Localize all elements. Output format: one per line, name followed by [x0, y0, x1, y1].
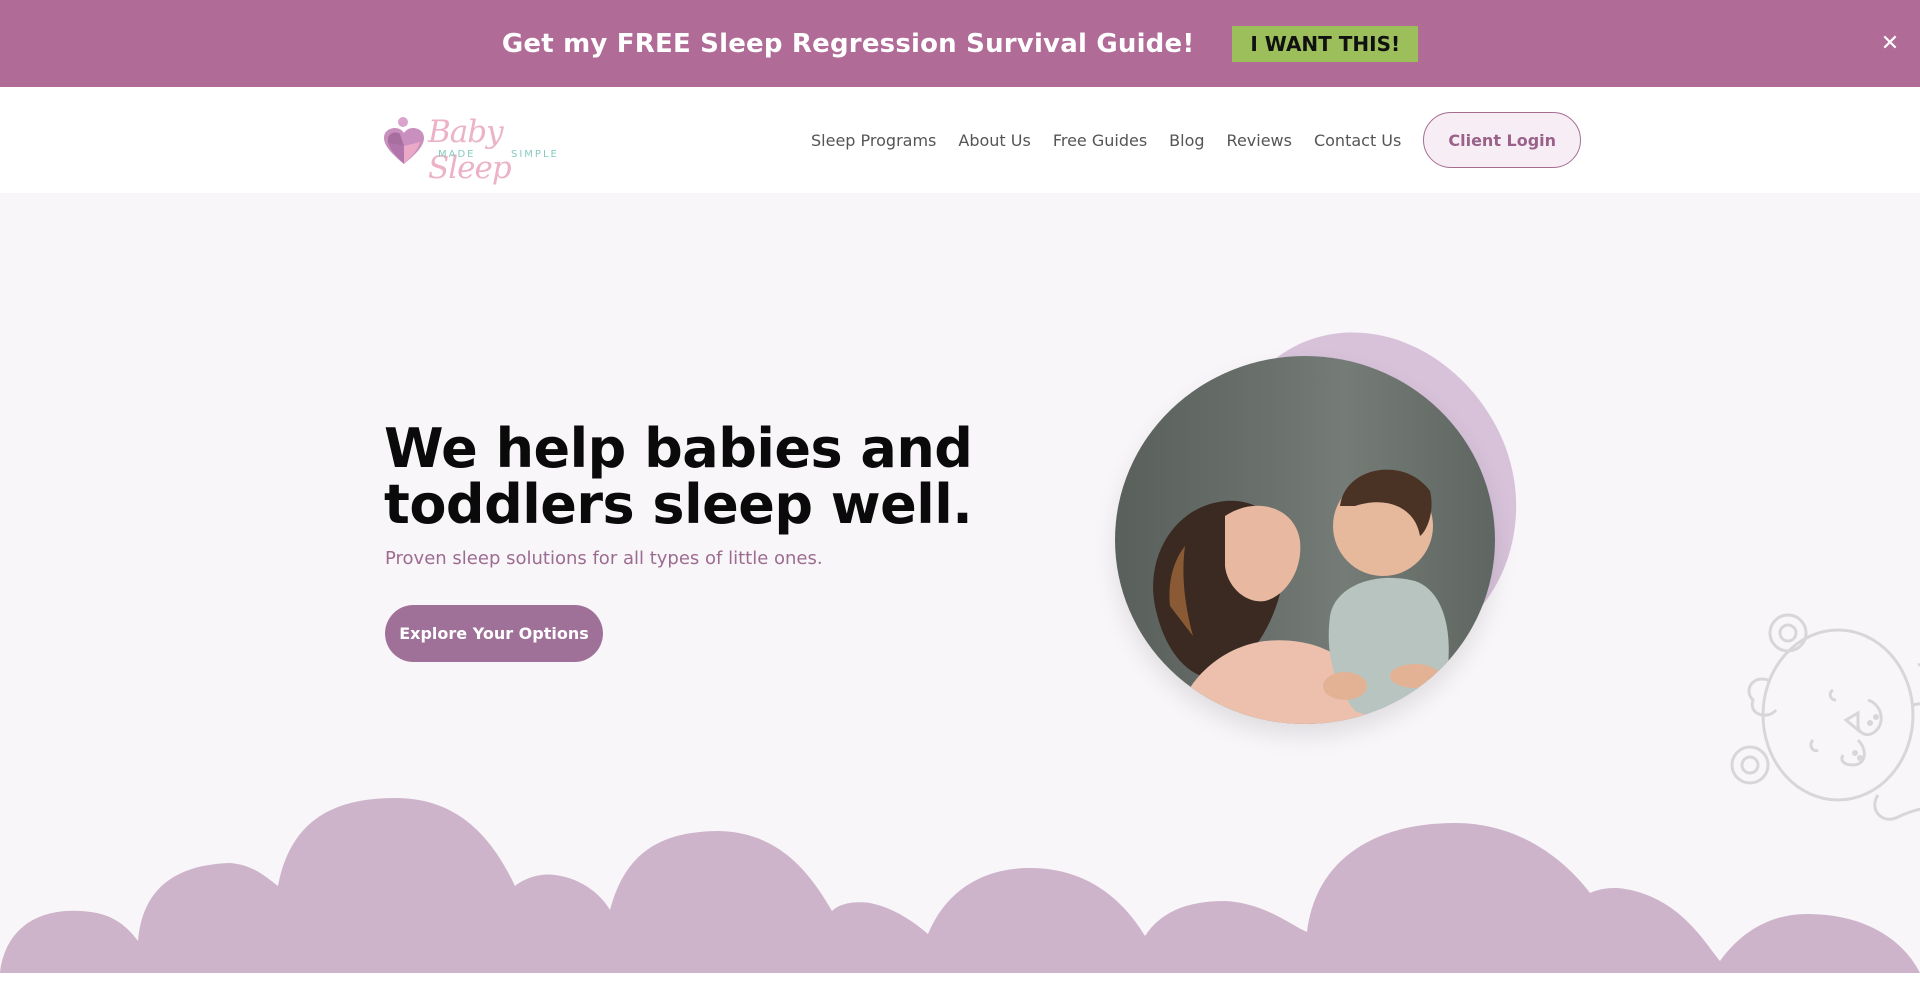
main-nav: Sleep Programs About Us Free Guides Blog…: [811, 112, 1582, 168]
nav-sleep-programs[interactable]: Sleep Programs: [811, 131, 936, 150]
nav-blog[interactable]: Blog: [1169, 131, 1204, 150]
mother-and-child-illustration: [1153, 469, 1449, 724]
nav-free-guides[interactable]: Free Guides: [1053, 131, 1147, 150]
client-login-button[interactable]: Client Login: [1423, 112, 1582, 168]
hero-section: We help babies and toddlers sleep well. …: [0, 193, 1920, 973]
hero-title-line-2: toddlers sleep well.: [384, 473, 973, 536]
promo-text: Get my FREE Sleep Regression Survival Gu…: [501, 28, 1195, 59]
nav-reviews[interactable]: Reviews: [1227, 131, 1292, 150]
logo-tagline-simple: SIMPLE: [511, 149, 559, 160]
hero-subtitle: Proven sleep solutions for all types of …: [385, 548, 823, 569]
logo-tagline-made: MADE: [438, 149, 476, 160]
hero-title: We help babies and toddlers sleep well.: [384, 421, 984, 533]
nav-about-us[interactable]: About Us: [958, 131, 1030, 150]
nav-contact-us[interactable]: Contact Us: [1314, 131, 1401, 150]
promo-bar: Get my FREE Sleep Regression Survival Gu…: [0, 0, 1920, 87]
logo[interactable]: Baby Sleep MADE SIMPLE: [384, 114, 559, 186]
clouds-decoration: [0, 798, 1920, 973]
site-header: Baby Sleep MADE SIMPLE Sleep Programs Ab…: [0, 87, 1920, 193]
hero-title-line-1: We help babies and: [384, 417, 973, 480]
close-icon[interactable]: ✕: [1876, 29, 1904, 57]
explore-options-button[interactable]: Explore Your Options: [385, 605, 603, 662]
promo-cta-button[interactable]: I WANT THIS!: [1232, 25, 1419, 62]
heart-logo-icon: [384, 117, 424, 164]
hero-photo: [1115, 356, 1495, 724]
